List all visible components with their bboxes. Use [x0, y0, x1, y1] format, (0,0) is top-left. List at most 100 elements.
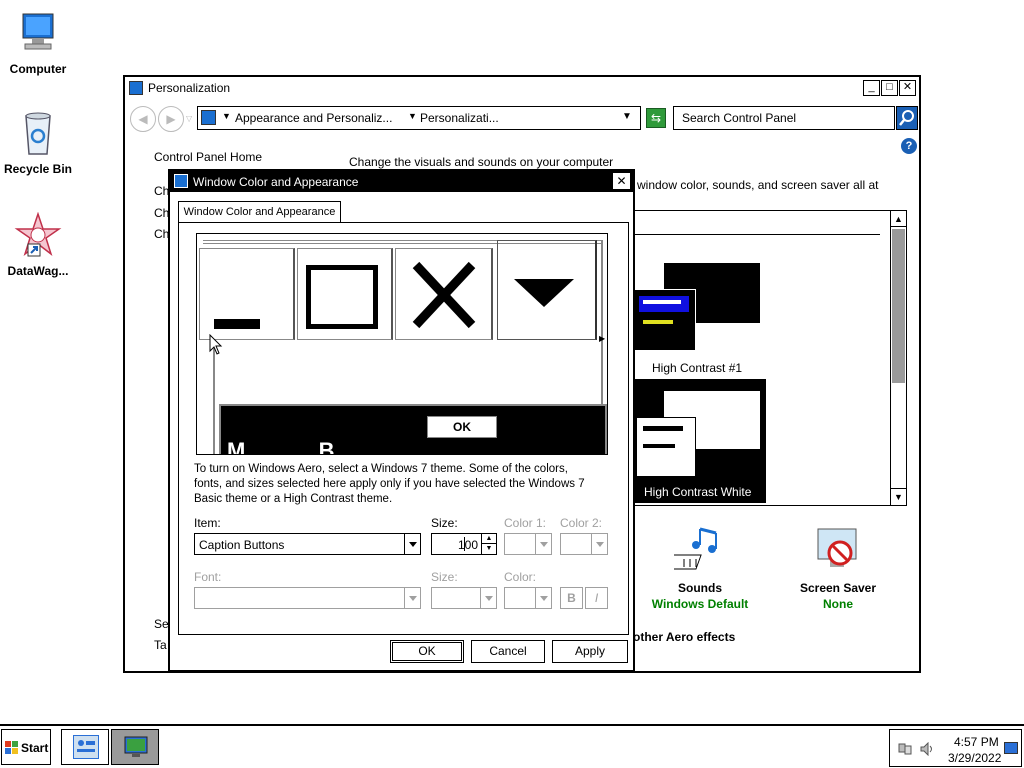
minimize-button[interactable]: _	[863, 80, 880, 96]
color2-dropdown[interactable]	[560, 533, 608, 555]
theme-high-contrast-1[interactable]: High Contrast #1	[634, 259, 774, 375]
scroll-up-arrow-icon[interactable]: ▲	[891, 211, 906, 227]
screen-saver-button[interactable]: Screen Saver None	[773, 525, 903, 615]
desktop-icon-computer[interactable]: Computer	[0, 10, 76, 76]
desktop-icon-label: DataWag...	[7, 264, 69, 278]
window-title: Personalization	[148, 81, 231, 95]
font-size-label: Size:	[431, 570, 458, 584]
size-up-arrow-icon[interactable]: ▲	[481, 534, 496, 544]
taskbar-app-control-panel[interactable]	[61, 729, 109, 765]
cancel-label: Cancel	[489, 644, 527, 658]
desktop-icon-label: Recycle Bin	[3, 162, 73, 176]
system-tray: 4:57 PM 3/29/2022	[889, 729, 1022, 767]
size-label: Size:	[431, 516, 458, 530]
color1-dropdown[interactable]	[504, 533, 552, 555]
breadcrumb-arrow-icon[interactable]: ▼	[222, 111, 231, 121]
chevron-down-icon[interactable]	[480, 588, 496, 608]
ok-button[interactable]: OK	[390, 640, 464, 663]
info-text: To turn on Windows Aero, select a Window…	[194, 463, 585, 505]
theme-list-scrollbar[interactable]: ▲ ▼	[890, 211, 906, 505]
theme-high-contrast-white[interactable]: High Contrast White	[632, 379, 766, 503]
taskbar: Start 4:57 PM 3/29/2022	[0, 724, 1024, 768]
apply-button[interactable]: Apply	[552, 640, 628, 663]
breadcrumb-appearance[interactable]: Appearance and Personaliz...	[235, 111, 392, 125]
sounds-value: Windows Default	[651, 597, 749, 611]
dialog-titlebar[interactable]: Window Color and Appearance ✕	[170, 171, 633, 192]
italic-button[interactable]: I	[585, 587, 608, 609]
page-heading: Change the visuals and sounds on your co…	[349, 155, 614, 169]
control-panel-icon	[73, 735, 99, 759]
font-color-dropdown[interactable]	[504, 587, 552, 609]
search-input[interactable]: Search Control Panel	[673, 106, 895, 130]
font-size-dropdown[interactable]	[431, 587, 497, 609]
item-dropdown-value: Caption Buttons	[199, 538, 285, 552]
personalization-titlebar[interactable]: Personalization _ □ ✕	[125, 77, 919, 99]
volume-icon[interactable]	[920, 741, 936, 757]
address-control-panel-icon	[201, 110, 216, 125]
address-dropdown-icon[interactable]: ▼	[622, 111, 632, 122]
search-placeholder: Search Control Panel	[682, 111, 797, 125]
chevron-down-icon[interactable]	[535, 534, 551, 554]
computer-icon	[14, 10, 62, 58]
font-label: Font:	[194, 570, 222, 584]
italic-label: I	[594, 591, 599, 605]
maximize-button[interactable]: □	[881, 80, 898, 96]
preview-close-glyph	[395, 248, 493, 340]
desktop-icon-recycle-bin[interactable]: Recycle Bin	[0, 110, 76, 176]
address-bar[interactable]: ▼ Appearance and Personaliz... ▼ Persona…	[197, 106, 641, 130]
refresh-button[interactable]: ⇆	[646, 108, 666, 128]
chevron-down-icon[interactable]	[404, 534, 420, 554]
font-color-label: Color:	[504, 570, 537, 584]
desktop-icon-datawag[interactable]: DataWag...	[0, 211, 76, 278]
clock-time[interactable]: 4:57 PM	[954, 735, 999, 749]
close-button[interactable]: ✕	[899, 80, 916, 96]
scroll-thumb[interactable]	[892, 229, 905, 383]
preview-maximize-glyph	[297, 248, 393, 340]
dialog-close-button[interactable]: ✕	[613, 173, 630, 189]
clock-date[interactable]: 3/29/2022	[948, 751, 1001, 765]
cancel-button[interactable]: Cancel	[471, 640, 545, 663]
scroll-down-arrow-icon[interactable]: ▼	[891, 488, 906, 504]
breadcrumb-arrow-icon[interactable]: ▼	[408, 111, 417, 121]
sounds-label: Sounds	[678, 581, 722, 595]
appearance-preview[interactable]: ▶ OK M B	[196, 233, 608, 455]
taskbar-app-personalization[interactable]	[111, 729, 159, 765]
tab-label: Window Color and Appearance	[183, 206, 336, 218]
sounds-button[interactable]: Sounds Windows Default	[635, 525, 765, 615]
item-dropdown[interactable]: Caption Buttons	[194, 533, 421, 555]
help-icon[interactable]: ?	[901, 138, 917, 154]
theme-preview-front	[634, 289, 696, 351]
personalization-icon	[123, 735, 149, 759]
start-button[interactable]: Start	[1, 729, 51, 765]
font-dropdown[interactable]	[194, 587, 421, 609]
bold-button[interactable]: B	[560, 587, 583, 609]
control-panel-home-link[interactable]: Control Panel Home	[154, 150, 262, 164]
show-desktop-icon[interactable]	[1004, 742, 1018, 754]
nav-forward-button[interactable]: ▶	[158, 106, 184, 132]
tab-window-color[interactable]: Window Color and Appearance	[178, 201, 341, 223]
sidebar-link-se[interactable]: Se	[154, 617, 169, 631]
preview-message-box: OK M B	[219, 404, 607, 455]
recent-pages-dropdown[interactable]: ▽	[186, 114, 194, 123]
screen-saver-label: Screen Saver	[799, 581, 877, 595]
theme-label: High Contrast #1	[652, 361, 743, 375]
nav-back-button[interactable]: ◀	[130, 106, 156, 132]
size-stepper-value: 100	[458, 538, 479, 552]
preview-minimize-glyph	[199, 248, 295, 340]
chevron-down-icon[interactable]	[404, 588, 420, 608]
size-stepper[interactable]: 100 ▲ ▼	[431, 533, 497, 555]
dialog-title: Window Color and Appearance	[193, 175, 359, 189]
search-icon[interactable]	[896, 106, 918, 130]
window-color-dialog: Window Color and Appearance ✕ Window Col…	[168, 169, 635, 672]
color2-label: Color 2:	[560, 516, 603, 530]
sidebar-link-ta[interactable]: Ta	[154, 638, 167, 652]
size-down-arrow-icon[interactable]: ▼	[481, 544, 496, 554]
page-subtext: window color, sounds, and screen saver a…	[637, 178, 879, 192]
breadcrumb-personalization[interactable]: Personalizati...	[420, 111, 499, 125]
chevron-down-icon[interactable]	[535, 588, 551, 608]
network-icon[interactable]	[898, 742, 912, 756]
preview-scroll-glyph	[497, 240, 597, 340]
preview-message-text: M B	[227, 438, 335, 455]
chevron-down-icon[interactable]	[591, 534, 607, 554]
dialog-icon	[174, 174, 188, 188]
